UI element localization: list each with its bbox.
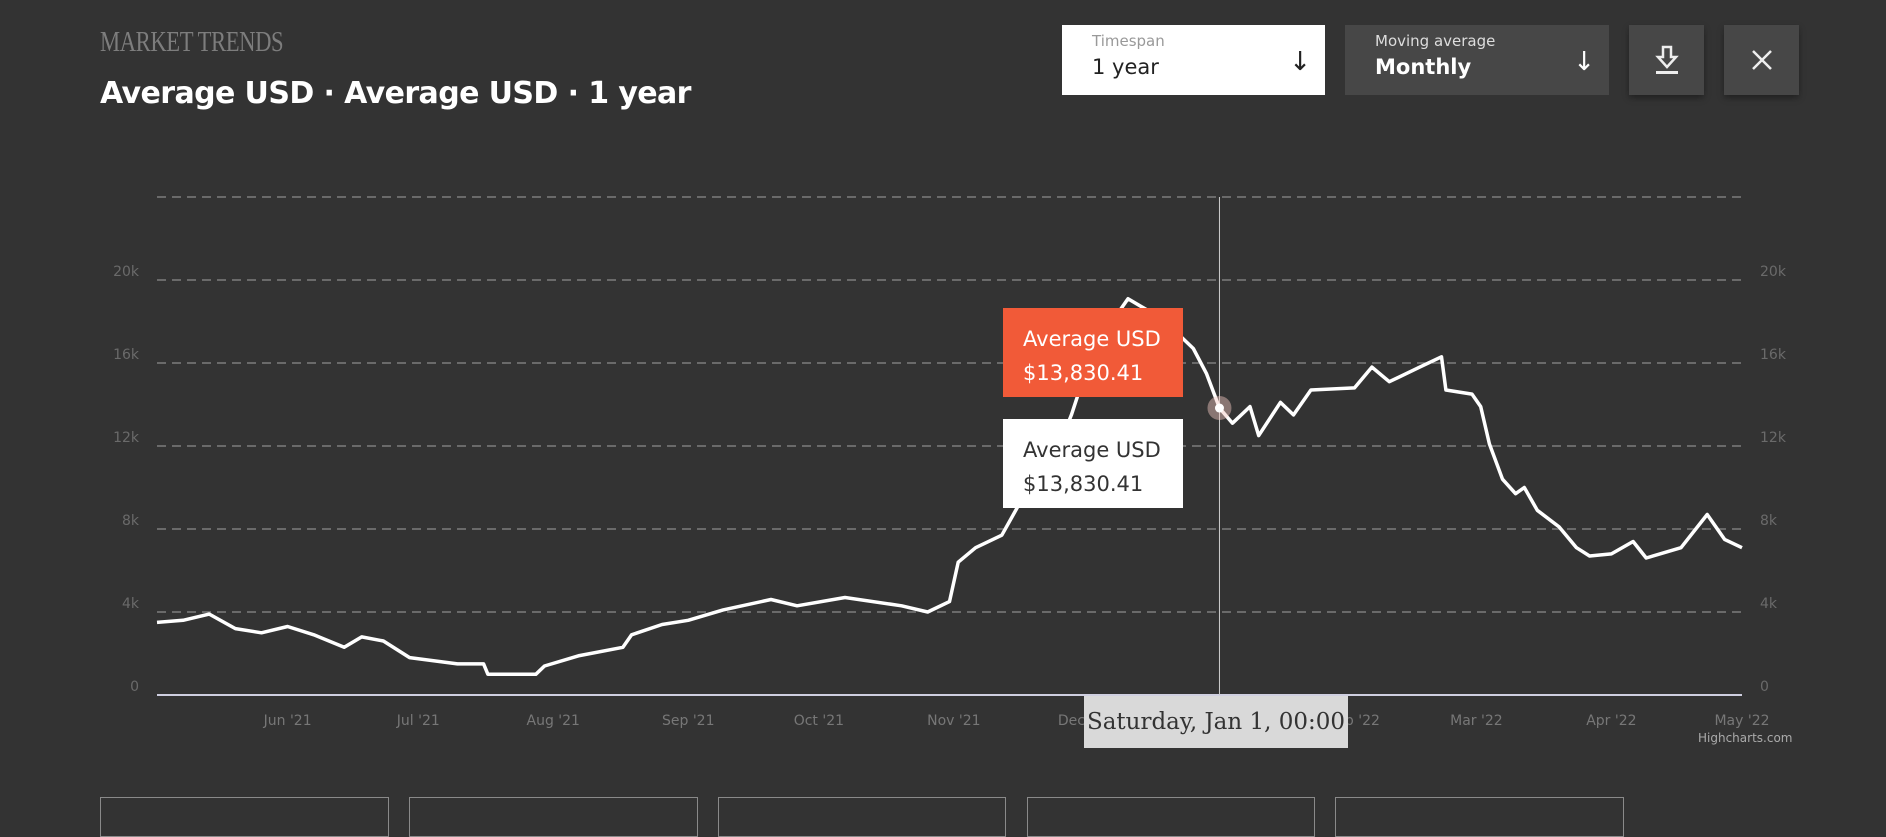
line-chart[interactable]: 0 0 4k 4k 8k 8k 12k 12k 16k 16k 20k 20k Jun '21 Jul '… <box>0 0 1886 819</box>
x-tick-label: May '22 <box>1714 713 1769 729</box>
highcharts-credits[interactable]: Highcharts.com <box>1698 731 1792 745</box>
y-tick-label-right: 20k <box>1760 264 1787 280</box>
x-tick-label: Aug '21 <box>527 713 580 729</box>
y-tick-label-left: 12k <box>113 430 140 446</box>
summary-card[interactable] <box>1027 797 1315 837</box>
summary-card[interactable] <box>409 797 698 837</box>
series-line <box>156 296 1743 677</box>
y-tick-label-left: 0 <box>130 679 139 695</box>
x-tick-label: Mar '22 <box>1450 713 1503 729</box>
y-tick-label-left: 16k <box>113 347 140 363</box>
summary-card[interactable] <box>1335 797 1624 837</box>
y-tick-label-right: 12k <box>1760 430 1787 446</box>
y-tick-label-left: 8k <box>122 513 140 529</box>
x-tick-label: Oct '21 <box>794 713 844 729</box>
y-tick-label-left: 20k <box>113 264 140 280</box>
tooltip-primary: Average USD $13,830.41 <box>1003 308 1183 397</box>
x-tick-label: Jun '21 <box>263 713 312 729</box>
y-tick-label-right: 16k <box>1760 347 1787 363</box>
summary-card[interactable] <box>100 797 389 837</box>
summary-card[interactable] <box>718 797 1006 837</box>
x-tick-label: Jul '21 <box>396 713 440 729</box>
tooltip-series: Average USD <box>1023 438 1161 462</box>
y-tick-label-right: 0 <box>1760 679 1769 695</box>
hover-marker <box>1214 403 1224 413</box>
tooltip-series: Average USD <box>1023 327 1161 351</box>
tooltip-secondary: Average USD $13,830.41 <box>1003 419 1183 508</box>
crosshair-date-label: Saturday, Jan 1, 00:00 <box>1084 696 1348 748</box>
x-tick-label: Nov '21 <box>927 713 980 729</box>
y-tick-label-left: 4k <box>122 596 140 612</box>
x-tick-label: Apr '22 <box>1586 713 1636 729</box>
y-tick-label-right: 8k <box>1760 513 1778 529</box>
y-tick-label-right: 4k <box>1760 596 1778 612</box>
tooltip-value: $13,830.41 <box>1023 361 1144 385</box>
tooltip-value: $13,830.41 <box>1023 472 1144 496</box>
x-tick-label: Sep '21 <box>662 713 715 729</box>
